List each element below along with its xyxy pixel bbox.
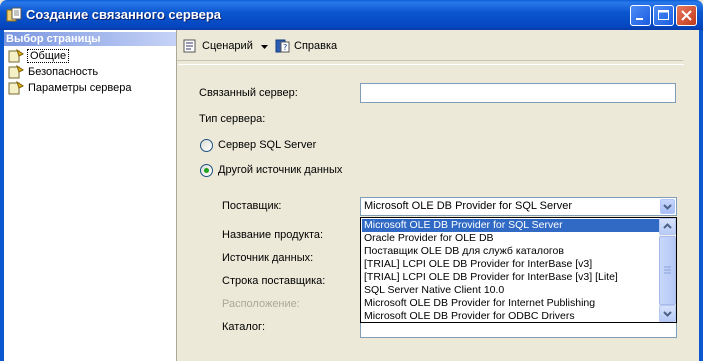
sidebar-item-label: Параметры сервера (28, 82, 132, 94)
page-icon (8, 81, 24, 95)
chevron-down-icon (260, 44, 268, 49)
page-selector-header: Выбор страницы (4, 32, 176, 46)
radio-other-source-label[interactable]: Другой источник данных (218, 164, 342, 176)
window-border-right (699, 30, 703, 361)
toolbar: Сценарий ? Справка (177, 32, 683, 61)
scroll-thumb[interactable] (659, 236, 676, 305)
help-button[interactable]: ? Справка (275, 38, 337, 54)
dropdown-scrollbar[interactable] (659, 218, 676, 322)
help-icon: ? (275, 39, 290, 53)
linked-server-label: Связанный сервер: (199, 87, 298, 99)
svg-text:?: ? (283, 43, 287, 52)
server-type-label: Тип сервера: (199, 113, 266, 125)
script-icon (183, 39, 196, 53)
dropdown-option[interactable]: Microsoft OLE DB Provider for ODBC Drive… (362, 310, 659, 322)
page-selector-pane: Выбор страницы Общие Безопасность Параме… (4, 30, 177, 361)
dropdown-option[interactable]: Microsoft OLE DB Provider for Internet P… (362, 297, 659, 310)
product-name-label: Название продукта: (222, 229, 324, 241)
script-button[interactable]: Сценарий (183, 38, 269, 54)
title-bar[interactable]: Создание связанного сервера (0, 0, 703, 30)
provider-selected-value: Microsoft OLE DB Provider for SQL Server (364, 200, 573, 212)
scroll-down-button[interactable] (659, 305, 676, 322)
page-icon (8, 65, 24, 79)
toolbar-divider (178, 64, 684, 65)
radio-sql-server[interactable] (200, 139, 213, 152)
provider-select[interactable]: Microsoft OLE DB Provider for SQL Server (360, 197, 677, 216)
linked-server-icon (6, 7, 22, 22)
provider-string-label: Строка поставщика: (222, 275, 326, 287)
radio-other-source[interactable] (200, 164, 213, 177)
provider-dropdown-button[interactable] (660, 199, 675, 214)
chevron-down-icon (663, 204, 672, 210)
sidebar-item-security[interactable]: Безопасность (8, 64, 98, 80)
help-label: Справка (294, 40, 338, 52)
dropdown-option[interactable]: [TRIAL] LCPI OLE DB Provider for InterBa… (362, 258, 659, 271)
provider-label: Поставщик: (222, 200, 282, 212)
provider-dropdown-list[interactable]: Microsoft OLE DB Provider for SQL Server… (360, 217, 677, 323)
minimize-button[interactable] (630, 5, 651, 26)
radio-selected-dot (204, 168, 209, 173)
location-label: Расположение: (222, 298, 300, 310)
dropdown-option[interactable]: SQL Server Native Client 10.0 (362, 284, 659, 297)
window-title: Создание связанного сервера (26, 7, 222, 22)
page-icon (8, 49, 24, 63)
radio-sql-server-label[interactable]: Сервер SQL Server (218, 139, 316, 151)
dropdown-option[interactable]: Oracle Provider for OLE DB (362, 232, 659, 245)
maximize-icon (658, 10, 669, 20)
grip-icon (664, 266, 671, 274)
data-source-label: Источник данных: (222, 252, 314, 264)
catalog-label: Каталог: (222, 321, 266, 333)
sidebar-item-server-options[interactable]: Параметры сервера (8, 80, 132, 96)
close-icon (681, 10, 692, 21)
chevron-up-icon (663, 223, 672, 229)
minimize-icon (636, 18, 643, 20)
dropdown-option[interactable]: [TRIAL] LCPI OLE DB Provider for InterBa… (362, 271, 659, 284)
sidebar-item-label: Безопасность (28, 66, 99, 78)
close-button[interactable] (676, 5, 697, 26)
dropdown-option[interactable]: Microsoft OLE DB Provider for SQL Server (362, 219, 659, 232)
dialog-window: Создание связанного сервера Выбор страни… (0, 0, 703, 361)
maximize-button[interactable] (653, 5, 674, 26)
scroll-up-button[interactable] (659, 218, 676, 235)
linked-server-input[interactable] (360, 83, 676, 103)
script-label: Сценарий (202, 40, 253, 52)
dropdown-option[interactable]: Поставщик OLE DB для служб каталогов (362, 245, 659, 258)
chevron-down-icon (663, 311, 672, 317)
sidebar-item-general[interactable]: Общие (8, 48, 70, 64)
sidebar-item-label: Общие (26, 49, 70, 63)
